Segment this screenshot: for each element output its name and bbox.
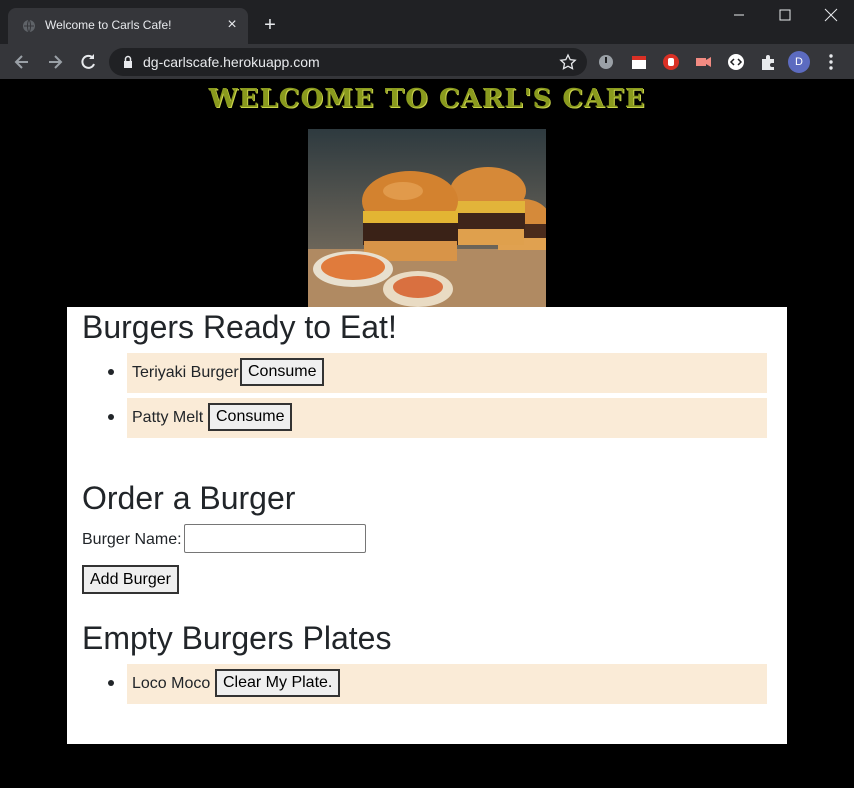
- lock-icon: [124, 55, 132, 68]
- add-burger-button[interactable]: Add Burger: [82, 565, 179, 594]
- eaten-heading: Empty Burgers Plates: [82, 620, 392, 656]
- new-tab-icon[interactable]: +: [261, 15, 279, 35]
- ready-heading: Burgers Ready to Eat!: [82, 309, 397, 345]
- clear-plate-button[interactable]: Clear My Plate.: [215, 669, 341, 697]
- ready-item: Patty Melt Consume: [108, 398, 767, 438]
- extension-hand-icon[interactable]: [662, 53, 680, 71]
- burger-name-label: Burger Name:: [82, 531, 182, 548]
- burger-name: Teriyaki Burger: [132, 364, 239, 381]
- extension-mouse-icon[interactable]: [597, 53, 615, 71]
- browser-titlebar: Welcome to Carls Cafe! × +: [0, 0, 854, 44]
- profile-avatar[interactable]: D: [788, 51, 810, 73]
- reload-icon[interactable]: [78, 52, 98, 72]
- extension-calendar-icon[interactable]: [630, 53, 648, 71]
- burger-name: Patty Melt: [132, 409, 204, 426]
- bookmark-star-icon[interactable]: [559, 53, 577, 71]
- url-text: dg-carlscafe.herokuapp.com: [143, 54, 320, 70]
- extensions-puzzle-icon[interactable]: [759, 53, 777, 71]
- burger-name: Loco Moco: [132, 675, 211, 692]
- burger-name-input[interactable]: [184, 524, 366, 553]
- forward-icon[interactable]: [45, 52, 65, 72]
- consume-button[interactable]: Consume: [208, 403, 293, 431]
- address-bar[interactable]: dg-carlscafe.herokuapp.com: [109, 48, 587, 76]
- close-window-icon[interactable]: [808, 4, 854, 26]
- main-panel: Burgers Ready to Eat! Teriyaki Burger Co…: [67, 307, 787, 744]
- browser-toolbar: dg-carlscafe.herokuapp.com D: [0, 44, 854, 79]
- tab-title: Welcome to Carls Cafe!: [45, 18, 172, 32]
- hero-burger-image: [308, 129, 546, 307]
- consume-button[interactable]: Consume: [240, 358, 325, 386]
- browser-tab[interactable]: Welcome to Carls Cafe! ×: [8, 8, 248, 44]
- bullet: [108, 680, 114, 686]
- close-tab-icon[interactable]: ×: [224, 17, 240, 33]
- extension-code-icon[interactable]: [727, 53, 745, 71]
- menu-kebab-icon[interactable]: [824, 53, 838, 71]
- back-icon[interactable]: [12, 52, 32, 72]
- eaten-item: Loco Moco Clear My Plate.: [108, 664, 767, 704]
- bullet: [108, 369, 114, 375]
- page-title: WELCOME TO CARL'S CAFE: [208, 84, 646, 114]
- maximize-icon[interactable]: [762, 4, 808, 26]
- bullet: [108, 414, 114, 420]
- extension-record-icon[interactable]: [694, 53, 712, 71]
- minimize-icon[interactable]: [716, 4, 762, 26]
- globe-icon: [23, 19, 35, 33]
- order-heading: Order a Burger: [82, 480, 296, 516]
- ready-item: Teriyaki Burger Consume: [108, 353, 767, 393]
